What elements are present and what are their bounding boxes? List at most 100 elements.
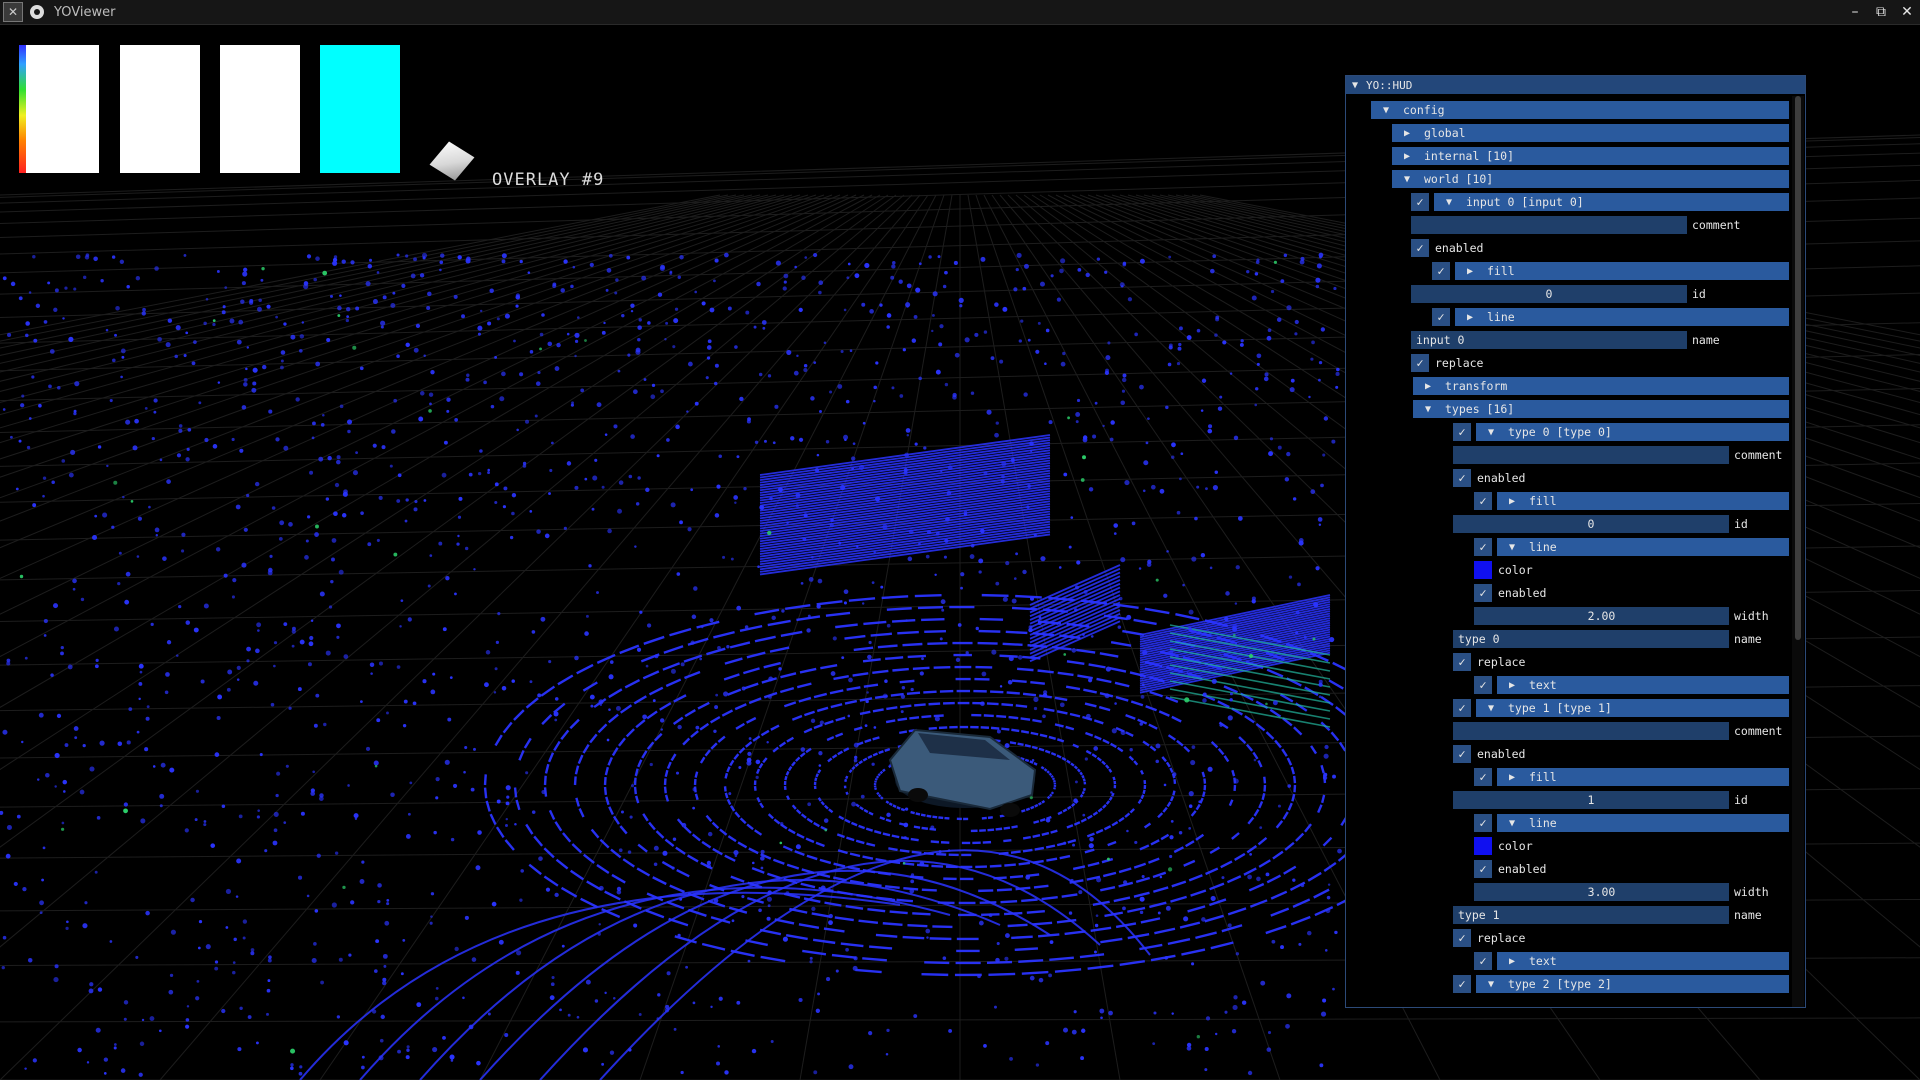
checkbox[interactable]: ✓ (1411, 354, 1429, 372)
chevron-down-icon[interactable]: ▼ (1421, 404, 1435, 415)
tree-node-world[interactable]: ▼ world [10] (1392, 170, 1789, 188)
name-field[interactable]: type 0 (1453, 630, 1729, 648)
checkbox[interactable]: ✓ (1432, 308, 1450, 326)
close-button[interactable]: ✕ (1898, 3, 1916, 21)
chevron-right-icon[interactable]: ▶ (1463, 312, 1477, 323)
point-cloud (0, 252, 1447, 1080)
chevron-right-icon[interactable]: ▶ (1505, 956, 1519, 967)
checkbox[interactable]: ✓ (1453, 929, 1471, 947)
hud-row: ✓ enabled (1346, 743, 1791, 766)
x-icon: ✕ (3, 2, 23, 22)
tree-node-type[interactable]: ▼ type 0 [type 0] (1476, 423, 1789, 441)
checkbox[interactable]: ✓ (1411, 239, 1429, 257)
tree-node-line[interactable]: ▶ line (1455, 308, 1789, 326)
chevron-right-icon[interactable]: ▶ (1505, 680, 1519, 691)
chevron-right-icon[interactable]: ▶ (1421, 381, 1435, 392)
hud-panel[interactable]: ▼ YO::HUD ▼ config ▶ global ▶ internal [10] ▼ w… (1345, 75, 1806, 1008)
tree-node-fill[interactable]: ▶ fill (1455, 262, 1789, 280)
color-swatch[interactable] (1474, 837, 1492, 855)
width-field[interactable]: 3.00 (1474, 883, 1729, 901)
field-label: name (1734, 632, 1762, 646)
tree-node-fill[interactable]: ▶ fill (1497, 768, 1789, 786)
chevron-down-icon[interactable]: ▼ (1484, 979, 1498, 990)
comment-field[interactable] (1453, 722, 1729, 740)
chevron-down-icon[interactable]: ▼ (1505, 542, 1519, 553)
checkbox[interactable]: ✓ (1432, 262, 1450, 280)
minimize-button[interactable]: – (1846, 3, 1864, 21)
chevron-down-icon[interactable]: ▼ (1442, 197, 1456, 208)
hud-row: ✓ ▶ text (1346, 950, 1791, 973)
hud-row: 0 id (1346, 283, 1791, 306)
scrollbar-thumb[interactable] (1795, 96, 1801, 640)
pin-icon[interactable] (30, 5, 44, 19)
checkbox[interactable]: ✓ (1474, 538, 1492, 556)
chevron-right-icon[interactable]: ▶ (1463, 266, 1477, 277)
checkbox[interactable]: ✓ (1474, 492, 1492, 510)
name-field[interactable]: type 1 (1453, 906, 1729, 924)
tree-node-internal[interactable]: ▶ internal [10] (1392, 147, 1789, 165)
colormap-ramp (19, 45, 26, 173)
tree-node-label: input 0 [input 0] (1466, 195, 1584, 209)
chevron-right-icon[interactable]: ▶ (1400, 128, 1414, 139)
tree-node-text[interactable]: ▶ text (1497, 952, 1789, 970)
tree-node-config[interactable]: ▼ config (1371, 101, 1789, 119)
tree-node-line[interactable]: ▼ line (1497, 814, 1789, 832)
chevron-down-icon[interactable]: ▼ (1484, 703, 1498, 714)
comment-field[interactable] (1453, 446, 1729, 464)
color-swatch[interactable] (1474, 561, 1492, 579)
checkbox[interactable]: ✓ (1411, 193, 1429, 211)
checkbox[interactable]: ✓ (1453, 469, 1471, 487)
chevron-right-icon[interactable]: ▶ (1505, 772, 1519, 783)
hud-title: YO::HUD (1366, 78, 1413, 92)
tree-node-type[interactable]: ▼ type 2 [type 2] (1476, 975, 1789, 993)
chevron-down-icon[interactable]: ▼ (1484, 427, 1498, 438)
maximize-button[interactable]: ⧉ (1872, 3, 1890, 21)
checkbox[interactable]: ✓ (1453, 745, 1471, 763)
tree-node-types[interactable]: ▼ types [16] (1413, 400, 1789, 418)
white-swatch (120, 45, 200, 173)
comment-field[interactable] (1411, 216, 1687, 234)
hud-row: ✓ enabled (1346, 858, 1791, 881)
checkbox[interactable]: ✓ (1474, 768, 1492, 786)
checkbox[interactable]: ✓ (1474, 584, 1492, 602)
checkbox[interactable]: ✓ (1474, 952, 1492, 970)
checkbox[interactable]: ✓ (1453, 699, 1471, 717)
hud-row: 1 id (1346, 789, 1791, 812)
width-field[interactable]: 2.00 (1474, 607, 1729, 625)
hud-row: 2.00 width (1346, 605, 1791, 628)
id-field[interactable]: 0 (1411, 285, 1687, 303)
tree-node-label: type 1 [type 1] (1508, 701, 1612, 715)
tree-node-label: types [16] (1445, 402, 1515, 416)
hud-row: 0 id (1346, 513, 1791, 536)
tree-node-label: internal [10] (1424, 149, 1515, 163)
id-field[interactable]: 1 (1453, 791, 1729, 809)
collapse-arrow-icon[interactable]: ▼ (1352, 80, 1366, 91)
hud-row: ✓ ▼ line (1346, 812, 1791, 835)
checkbox[interactable]: ✓ (1453, 975, 1471, 993)
field-label: id (1734, 793, 1748, 807)
checkbox[interactable]: ✓ (1474, 676, 1492, 694)
tree-node-label: line (1529, 540, 1557, 554)
checkbox[interactable]: ✓ (1453, 423, 1471, 441)
chevron-down-icon[interactable]: ▼ (1379, 105, 1393, 116)
hud-tree[interactable]: ▼ config ▶ global ▶ internal [10] ▼ world [10] ✓… (1346, 95, 1791, 1007)
name-field[interactable]: input 0 (1411, 331, 1687, 349)
id-field[interactable]: 0 (1453, 515, 1729, 533)
tree-node-type[interactable]: ▼ type 1 [type 1] (1476, 699, 1789, 717)
tree-node-transform[interactable]: ▶ transform (1413, 377, 1789, 395)
hud-header[interactable]: ▼ YO::HUD (1346, 76, 1805, 94)
chevron-down-icon[interactable]: ▼ (1505, 818, 1519, 829)
chevron-down-icon[interactable]: ▼ (1400, 174, 1414, 185)
tree-node-text[interactable]: ▶ text (1497, 676, 1789, 694)
hud-scrollbar[interactable] (1792, 96, 1804, 1007)
checkbox[interactable]: ✓ (1453, 653, 1471, 671)
chevron-right-icon[interactable]: ▶ (1505, 496, 1519, 507)
checkbox[interactable]: ✓ (1474, 814, 1492, 832)
tree-node-line[interactable]: ▼ line (1497, 538, 1789, 556)
tree-node-fill[interactable]: ▶ fill (1497, 492, 1789, 510)
hud-row: color (1346, 559, 1791, 582)
tree-node-input[interactable]: ▼ input 0 [input 0] (1434, 193, 1789, 211)
chevron-right-icon[interactable]: ▶ (1400, 151, 1414, 162)
checkbox[interactable]: ✓ (1474, 860, 1492, 878)
tree-node-global[interactable]: ▶ global (1392, 124, 1789, 142)
